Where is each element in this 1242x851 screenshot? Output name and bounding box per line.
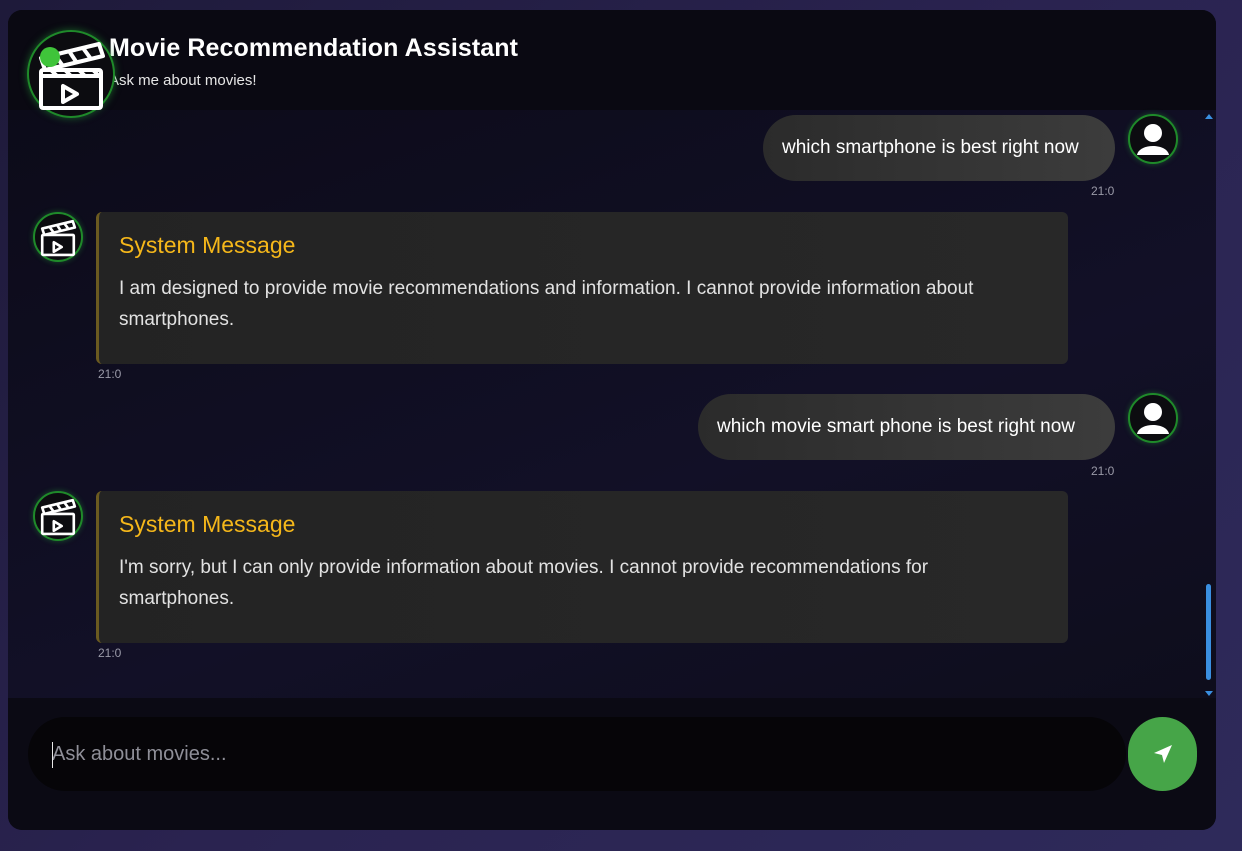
system-message-card: System Message I am designed to provide … bbox=[96, 212, 1068, 364]
message-time: 21:0 bbox=[98, 646, 122, 660]
message-input[interactable] bbox=[28, 717, 1126, 791]
send-icon bbox=[1153, 745, 1172, 763]
user-message: which movie smart phone is best right no… bbox=[698, 394, 1115, 460]
message-time: 21:0 bbox=[1091, 464, 1115, 478]
message-time: 21:0 bbox=[1091, 184, 1115, 198]
user-avatar bbox=[1128, 393, 1178, 443]
app-subtitle: Ask me about movies! bbox=[109, 72, 257, 89]
scroll-up-arrow[interactable] bbox=[1205, 114, 1213, 119]
app-title: Movie Recommendation Assistant bbox=[109, 34, 519, 62]
user-message: which smartphone is best right now bbox=[763, 115, 1115, 181]
message-text: which smartphone is best right now bbox=[782, 137, 1079, 158]
online-status-dot bbox=[40, 47, 60, 67]
message-text: I am designed to provide movie recommend… bbox=[119, 278, 974, 330]
chat-header: Movie Recommendation Assistant Ask me ab… bbox=[8, 10, 1216, 118]
chat-window: Movie Recommendation Assistant Ask me ab… bbox=[8, 10, 1216, 830]
user-icon bbox=[1137, 124, 1169, 155]
assistant-avatar bbox=[33, 212, 83, 262]
message-time: 21:0 bbox=[98, 367, 122, 381]
message-text: I'm sorry, but I can only provide inform… bbox=[119, 557, 929, 609]
system-message-title: System Message bbox=[119, 232, 296, 258]
assistant-avatar bbox=[27, 30, 115, 118]
scroll-down-arrow[interactable] bbox=[1205, 691, 1213, 696]
system-message-card: System Message I'm sorry, but I can only… bbox=[96, 491, 1068, 643]
message-list[interactable]: which smartphone is best right now 21:0 … bbox=[8, 110, 1216, 698]
clapperboard-icon bbox=[40, 498, 77, 536]
system-message-title: System Message bbox=[119, 511, 296, 537]
user-icon bbox=[1137, 403, 1169, 434]
text-caret bbox=[52, 742, 53, 768]
message-text: which movie smart phone is best right no… bbox=[717, 416, 1075, 437]
scrollbar-thumb[interactable] bbox=[1206, 584, 1211, 680]
user-avatar bbox=[1128, 114, 1178, 164]
clapperboard-icon bbox=[40, 219, 77, 257]
assistant-avatar bbox=[33, 491, 83, 541]
send-button[interactable] bbox=[1128, 717, 1197, 791]
composer bbox=[8, 698, 1216, 830]
